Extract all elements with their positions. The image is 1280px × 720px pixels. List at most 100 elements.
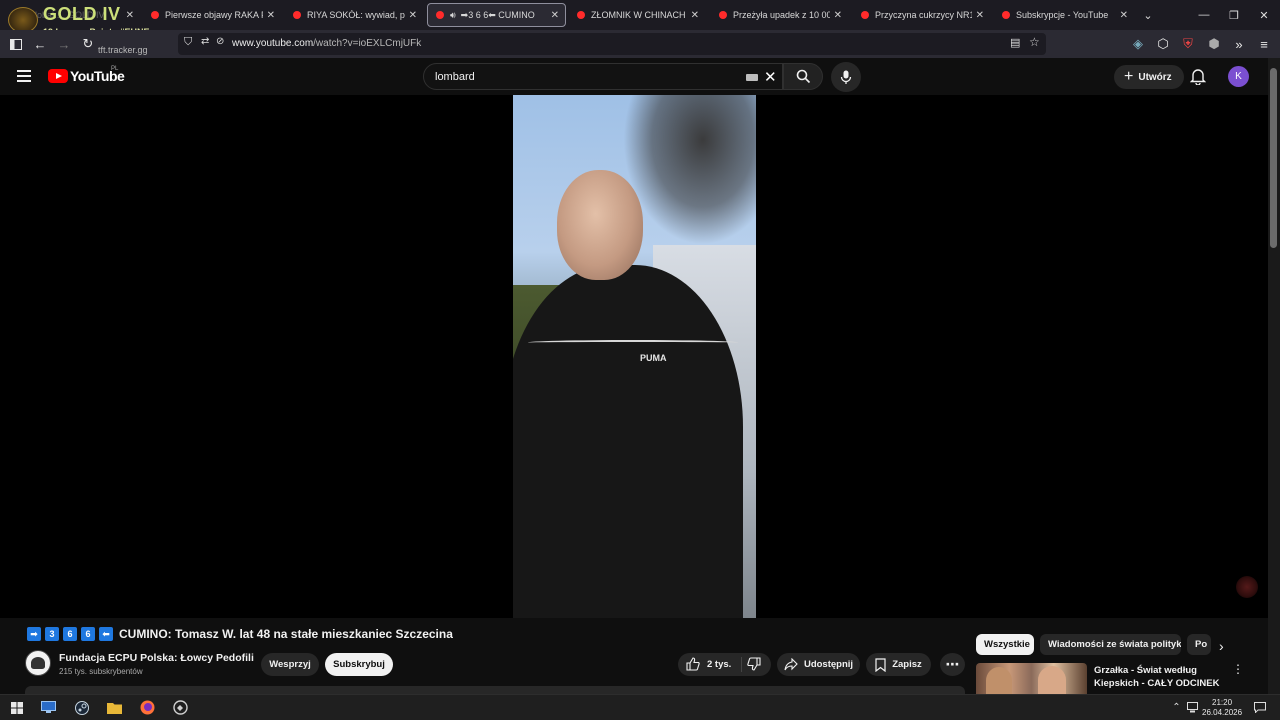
firefox-icon[interactable] xyxy=(139,699,156,716)
tab-title: Subskrypcje - YouTube xyxy=(1016,10,1109,20)
tab-4[interactable]: ZŁOMNIK W CHINACH #2. Lu ✕ xyxy=(569,3,705,27)
restore-icon[interactable]: ❐ xyxy=(1218,0,1250,30)
subscribe-button[interactable]: Subskrybuj xyxy=(325,653,393,676)
channel-avatar[interactable] xyxy=(25,650,51,676)
menu-hamburger-icon[interactable] xyxy=(17,70,31,82)
like-divider xyxy=(741,657,742,672)
shield-icon[interactable]: ⛉ xyxy=(184,36,192,49)
rank-title: GOLD IV xyxy=(43,4,121,24)
tab-5[interactable]: Przeżyła upadek z 10 000 me ✕ xyxy=(711,3,848,27)
tab-7[interactable]: Subskrypcje - YouTube ✕ xyxy=(994,3,1134,27)
app-menu-icon[interactable]: ≡ xyxy=(1254,34,1274,54)
like-button[interactable]: 2 tys. xyxy=(686,657,731,671)
youtube-favicon-icon xyxy=(861,11,869,19)
youtube-favicon-icon xyxy=(151,11,159,19)
video-title-text: CUMINO: Tomasz W. lat 48 na stałe mieszk… xyxy=(119,627,453,641)
create-button[interactable]: + Utwórz xyxy=(1114,65,1184,89)
thumbs-down-icon xyxy=(747,657,761,671)
account-avatar[interactable]: K xyxy=(1228,66,1249,87)
chat-app-icon[interactable] xyxy=(172,699,189,716)
title-keycap: 3 xyxy=(45,627,59,641)
share-label: Udostępnij xyxy=(803,659,854,670)
recommended-menu-icon[interactable]: ⋮ xyxy=(1232,662,1244,676)
tab-2[interactable]: RIYA SOKÓŁ: wywiad, pieniądz ✕ xyxy=(285,3,423,27)
network-icon[interactable] xyxy=(1185,699,1202,716)
clear-search-icon[interactable]: ✕ xyxy=(764,68,777,86)
close-tab-icon[interactable]: ✕ xyxy=(267,10,275,21)
notifications-bell-icon[interactable] xyxy=(1189,67,1208,86)
back-arrow-icon[interactable]: ← xyxy=(30,34,50,54)
tab-list-chevron-icon[interactable]: ⌄ xyxy=(1132,0,1164,30)
recommended-thumbnail[interactable] xyxy=(976,663,1087,694)
url-text[interactable]: www.youtube.com/watch?v=ioEXLCmjUFk xyxy=(232,38,421,49)
tracking-icon[interactable]: ⊘ xyxy=(216,36,224,47)
windows-start-icon[interactable] xyxy=(8,699,25,716)
minimize-icon[interactable]: — xyxy=(1188,0,1220,30)
system-clock[interactable]: 21:20 26.04.2026 xyxy=(1202,698,1242,718)
tab-3-active[interactable]: 🔊︎ ➡3 6 6⬅ CUMINO ✕ xyxy=(427,3,566,27)
overflow-chevron-icon[interactable]: » xyxy=(1229,34,1249,54)
browser-nav-bar: ← → ↻ ⛉ ⇄ ⊘ www.youtube.com/watch?v=ioEX… xyxy=(0,30,1280,58)
chip-all[interactable]: Wszystkie xyxy=(976,634,1034,655)
thumb-face-right xyxy=(1038,666,1066,694)
search-input[interactable]: lombard ✕ xyxy=(423,63,783,90)
forward-arrow-icon[interactable]: → xyxy=(54,34,74,54)
close-tab-icon[interactable]: ✕ xyxy=(1120,10,1128,21)
dislike-button[interactable] xyxy=(747,657,761,676)
clock-time: 21:20 xyxy=(1212,698,1233,707)
save-button[interactable]: Zapisz xyxy=(866,653,931,676)
extension-shield-icon[interactable]: ◈ xyxy=(1128,34,1148,54)
chip-politics[interactable]: Wiadomości ze świata polityki xyxy=(1040,634,1181,655)
page-scrollbar[interactable] xyxy=(1268,58,1280,694)
notifications-center-icon[interactable] xyxy=(1251,699,1268,716)
thumb-face-left xyxy=(986,667,1012,694)
youtube-play-icon xyxy=(48,69,68,83)
channel-logo-icon xyxy=(31,657,45,669)
permissions-icon[interactable]: ⇄ xyxy=(201,36,209,47)
chips-next-chevron-icon[interactable]: › xyxy=(1219,638,1224,654)
voice-search-button[interactable] xyxy=(831,62,861,92)
sidebar-toggle-icon[interactable] xyxy=(6,34,26,54)
speaker-icon[interactable]: 🔊︎ xyxy=(450,10,456,21)
channel-watermark-icon[interactable] xyxy=(1236,576,1258,598)
scrollbar-thumb[interactable] xyxy=(1270,68,1277,248)
close-tab-icon[interactable]: ✕ xyxy=(551,10,559,21)
like-dislike-group: 2 tys. xyxy=(678,653,771,676)
url-bar[interactable]: ⛉ ⇄ ⊘ www.youtube.com/watch?v=ioEXLCmjUF… xyxy=(178,33,1046,55)
search-button[interactable] xyxy=(783,63,823,90)
tab-title: Przyczyna cukrzycy NR1. Nie xyxy=(875,10,972,20)
close-tab-icon[interactable]: ✕ xyxy=(691,10,699,21)
video-player[interactable]: PUMA xyxy=(0,95,1268,618)
share-button[interactable]: Udostępnij xyxy=(777,653,860,676)
bookmark-star-icon[interactable]: ☆ xyxy=(1029,35,1040,49)
youtube-favicon-icon xyxy=(436,11,444,19)
monitor-app-icon[interactable] xyxy=(40,699,57,716)
close-tab-icon[interactable]: ✕ xyxy=(976,10,984,21)
youtube-header: YouTube PL lombard ✕ + Utwórz K xyxy=(0,58,1268,95)
reader-view-icon[interactable]: ▤ xyxy=(1010,36,1020,49)
extensions-icon[interactable]: ⬡ xyxy=(1153,34,1173,54)
youtube-logo[interactable]: YouTube PL xyxy=(48,66,125,84)
youtube-favicon-icon xyxy=(293,11,301,19)
video-frame: PUMA xyxy=(513,95,756,618)
ublock-icon[interactable]: ⛨ xyxy=(1178,34,1198,54)
tab-title: RIYA SOKÓŁ: wywiad, pieniądz xyxy=(307,10,405,20)
tray-chevron-icon[interactable]: ⌃ xyxy=(1168,699,1185,716)
chip-partial[interactable]: Po xyxy=(1187,634,1211,655)
steam-icon[interactable] xyxy=(73,699,90,716)
youtube-favicon-icon xyxy=(577,11,585,19)
description-box[interactable] xyxy=(25,686,965,694)
channel-name[interactable]: Fundacja ECPU Polska: Łowcy Pedofili xyxy=(59,652,254,664)
close-tab-icon[interactable]: ✕ xyxy=(834,10,842,21)
support-button[interactable]: Wesprzyj xyxy=(261,653,319,676)
tab-6[interactable]: Przyczyna cukrzycy NR1. Nie ✕ xyxy=(853,3,990,27)
reload-icon[interactable]: ↻ xyxy=(78,34,98,54)
privacy-badger-icon[interactable]: ⬢ xyxy=(1204,34,1224,54)
tab-1[interactable]: Pierwsze objawy RAKA PROST ✕ xyxy=(143,3,281,27)
title-keycap: ➡ xyxy=(27,627,41,641)
close-window-icon[interactable]: ✕ xyxy=(1248,0,1280,30)
close-tab-icon[interactable]: ✕ xyxy=(409,10,417,21)
keyboard-icon[interactable] xyxy=(746,74,758,81)
more-actions-icon[interactable]: ⋯ xyxy=(940,653,965,676)
file-explorer-icon[interactable] xyxy=(106,699,123,716)
